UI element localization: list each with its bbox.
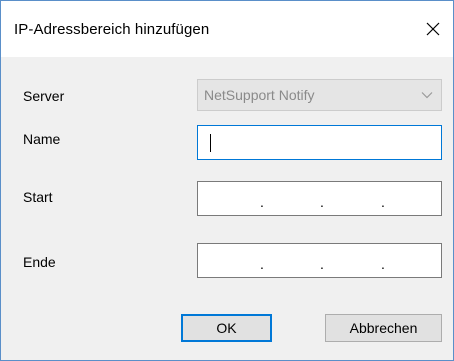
text-caret xyxy=(210,134,211,152)
name-input[interactable] xyxy=(197,125,442,160)
ip-separator: . xyxy=(381,194,385,210)
name-label: Name xyxy=(23,131,61,147)
cancel-button[interactable]: Abbrechen xyxy=(325,314,442,342)
title-bar: IP-Adressbereich hinzufügen xyxy=(1,1,453,57)
ip-separator: . xyxy=(320,256,324,272)
end-ip-field[interactable]: . . . xyxy=(197,243,442,278)
ip-separator: . xyxy=(260,194,264,210)
dialog-title: IP-Adressbereich hinzufügen xyxy=(14,21,210,38)
server-select[interactable]: NetSupport Notify xyxy=(197,79,442,111)
chevron-down-icon xyxy=(421,92,433,99)
ip-separator: . xyxy=(260,256,264,272)
ip-separator: . xyxy=(320,194,324,210)
ip-separator: . xyxy=(381,256,385,272)
server-select-value: NetSupport Notify xyxy=(204,87,315,103)
end-label: Ende xyxy=(23,254,56,270)
start-ip-field[interactable]: . . . xyxy=(197,181,442,216)
start-label: Start xyxy=(23,189,53,205)
server-label: Server xyxy=(23,88,65,104)
close-icon xyxy=(426,22,440,36)
ok-button[interactable]: OK xyxy=(181,314,272,342)
close-button[interactable] xyxy=(419,15,447,43)
dialog-window: IP-Adressbereich hinzufügen Server NetSu… xyxy=(0,0,454,361)
